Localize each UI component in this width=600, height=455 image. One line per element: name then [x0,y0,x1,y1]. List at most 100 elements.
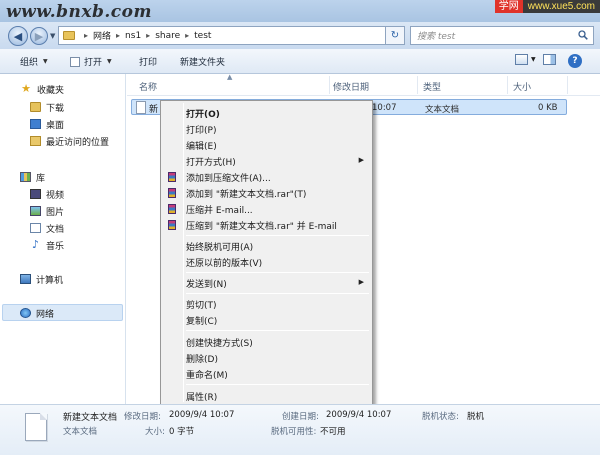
sidebar-item-pictures[interactable]: 图片 [30,204,64,218]
watermark-badge: 学网 www.xue5.com [494,0,600,13]
back-button[interactable]: ◀ [8,26,28,46]
menu-item-label: 打印(P) [186,126,217,136]
column-divider[interactable] [329,76,330,94]
menu-item-create-shortcut[interactable]: 创建快捷方式(S) [163,334,370,350]
breadcrumb-ns1[interactable]: ns1 [125,31,141,41]
menu-item-delete[interactable]: 删除(D) [163,350,370,366]
menu-item-print[interactable]: 打印(P) [163,121,370,137]
documents-icon [30,223,41,233]
sidebar-item-libraries[interactable]: 库 [20,170,45,184]
column-header-name[interactable]: 名称 [139,80,157,93]
sidebar-item-label: 收藏夹 [37,85,65,96]
breadcrumb: ▸ 网络 ▸ ns1 ▸ share ▸ test [79,29,211,43]
chevron-down-icon: ▼ [107,58,112,65]
details-file-name: 新建文本文档 [63,413,118,423]
file-size: 0 KB [538,103,558,113]
column-header-row: ▲ 名称 修改日期 类型 大小 [127,73,600,96]
menu-item-open[interactable]: 打开(O) [163,105,370,121]
sidebar-item-recent[interactable]: 最近访问的位置 [30,134,109,148]
folder-icon [63,31,75,40]
menu-item-edit[interactable]: 编辑(E) [163,137,370,153]
menu-item-open-with[interactable]: 打开方式(H) ▶ [163,153,370,169]
details-offline-availability-label: 脱机可用性: [271,427,317,437]
menu-item-compress-rar-email[interactable]: 压缩到 "新建文本文档.rar" 并 E-mail [163,217,370,233]
sidebar-item-network[interactable]: 网络 [20,306,54,320]
menu-item-cut[interactable]: 剪切(T) [163,296,370,312]
menu-item-rename[interactable]: 重命名(M) [163,366,370,382]
explorer-window: www.bnxb.com 学网 www.xue5.com ◀ ▶ ▼ ▸ 网络 … [0,0,600,455]
menu-item-label: 添加到 "新建文本文档.rar"(T) [186,190,307,200]
sidebar-item-desktop[interactable]: 桌面 [30,117,64,131]
menu-item-copy[interactable]: 复制(C) [163,312,370,328]
forward-button[interactable]: ▶ [30,27,48,45]
column-header-size[interactable]: 大小 [513,80,531,93]
menu-item-properties[interactable]: 属性(R) [163,388,370,404]
menu-item-add-to-rar[interactable]: 添加到 "新建文本文档.rar"(T) [163,185,370,201]
watermark-badge-url: www.xue5.com [522,0,600,13]
chevron-right-icon[interactable]: ▸ [146,31,150,40]
sidebar-item-music[interactable]: ♪ 音乐 [30,238,64,252]
details-size-value: 0 字节 [169,427,195,437]
network-icon [20,308,31,318]
sidebar-item-computer[interactable]: 计算机 [20,272,63,286]
breadcrumb-network[interactable]: 网络 [93,29,111,42]
search-placeholder: 搜索 test [417,32,456,42]
menu-item-always-offline[interactable]: 始终脱机可用(A) [163,238,370,254]
open-label: 打开 [84,58,103,68]
sidebar-item-videos[interactable]: 视频 [30,187,64,201]
menu-item-label: 打开方式(H) [186,158,236,168]
column-divider[interactable] [417,76,418,94]
column-header-type[interactable]: 类型 [423,80,441,93]
menu-item-add-to-archive[interactable]: 添加到压缩文件(A)... [163,169,370,185]
refresh-button[interactable]: ↻ [385,26,405,45]
menu-item-label: 重命名(M) [186,371,228,381]
sidebar-item-label: 音乐 [46,241,65,252]
menu-item-send-to[interactable]: 发送到(N) ▶ [163,275,370,291]
downloads-folder-icon [30,102,41,112]
open-button[interactable]: 打开 ▼ [70,55,112,68]
column-divider[interactable] [507,76,508,94]
chevron-down-icon: ▼ [43,58,48,65]
menu-item-restore-previous[interactable]: 还原以前的版本(V) [163,254,370,270]
details-modified-label: 修改日期: [124,412,161,422]
sidebar-item-documents[interactable]: 文档 [30,221,64,235]
search-icon [578,30,588,40]
menu-item-label: 剪切(T) [186,301,217,311]
video-icon [30,189,41,199]
menu-separator [186,235,369,236]
desktop-icon [30,119,41,129]
sidebar-item-label: 视频 [46,190,65,201]
print-button[interactable]: 打印 [139,55,157,68]
change-view-button[interactable]: ▼ [515,54,536,65]
sidebar-item-label: 最近访问的位置 [46,137,110,148]
star-icon: ★ [21,82,31,95]
column-divider[interactable] [567,76,568,94]
new-folder-button[interactable]: 新建文件夹 [180,55,225,68]
sidebar-item-downloads[interactable]: 下载 [30,100,64,114]
breadcrumb-test[interactable]: test [194,31,211,41]
sidebar-item-favorites[interactable]: ★ 收藏夹 [20,82,64,96]
chevron-right-icon[interactable]: ▸ [185,31,189,40]
breadcrumb-share[interactable]: share [155,31,180,41]
sort-ascending-icon: ▲ [227,73,233,81]
address-bar[interactable]: ▸ 网络 ▸ ns1 ▸ share ▸ test ▼ [58,26,398,45]
file-name: 新 [149,105,159,115]
details-created-label: 创建日期: [282,412,319,422]
column-header-modified[interactable]: 修改日期 [333,80,369,93]
search-input[interactable]: 搜索 test [410,26,594,45]
menu-item-label: 始终脱机可用(A) [186,243,254,253]
navigation-pane: ★ 收藏夹 下载 桌面 最近访问的位置 库 视频 图片 文档 ♪ 音乐 计算机 … [0,74,126,404]
chevron-right-icon[interactable]: ▸ [84,31,88,40]
open-icon [70,56,80,67]
computer-icon [20,274,31,284]
help-button[interactable]: ? [568,54,582,68]
menu-item-compress-email[interactable]: 压缩并 E-mail... [163,201,370,217]
preview-pane-button[interactable] [543,54,556,65]
organize-button[interactable]: 组织 ▼ [20,55,48,68]
details-pane: 新建文本文档 文本文档 修改日期: 2009/9/4 10:07 大小: 0 字… [0,404,600,455]
winrar-icon [168,204,176,214]
chevron-right-icon[interactable]: ▸ [116,31,120,40]
recent-pages-dropdown[interactable]: ▼ [50,32,55,40]
menu-item-label: 发送到(N) [186,280,227,290]
menu-item-label: 还原以前的版本(V) [186,259,263,269]
